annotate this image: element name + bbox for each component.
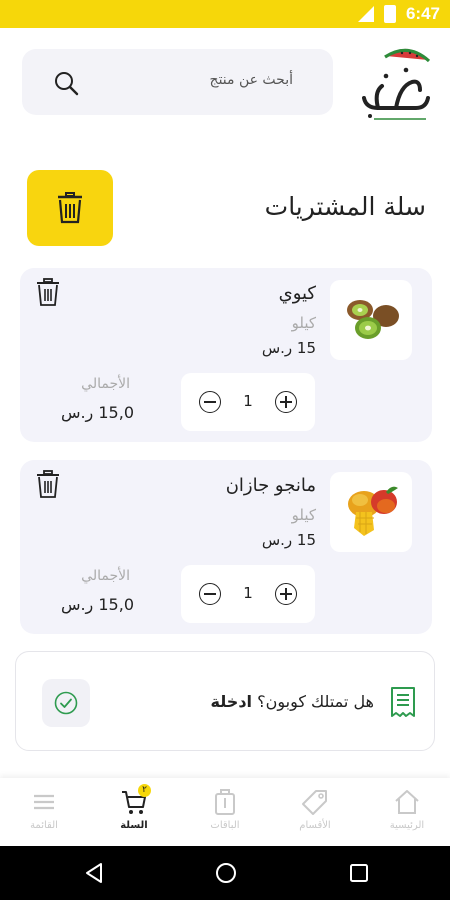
home-icon (395, 790, 419, 814)
status-bar: 6:47 (0, 0, 450, 28)
recents-icon[interactable] (347, 861, 371, 885)
system-nav-bar (0, 846, 450, 900)
nav-label: القائمة (30, 820, 58, 831)
trash-icon (58, 192, 82, 224)
nav-label: الأقسام (299, 820, 331, 831)
coupon-question: هل تمتلك كوبون؟ (257, 692, 374, 711)
check-circle-icon (54, 691, 78, 715)
kiwi-image (330, 280, 412, 360)
nav-item-home[interactable]: الرئيسية (367, 788, 447, 842)
back-icon[interactable] (82, 861, 106, 885)
search-icon[interactable] (52, 69, 80, 97)
total-label: الأجمالي (81, 376, 130, 392)
cart-item: كيوي كيلو 15 ر.س الأجمالي 15,0 ر.س 1 (20, 268, 432, 442)
nav-item-cart[interactable]: ٢ السلة (94, 784, 174, 842)
total-label: الأجمالي (81, 568, 130, 584)
receipt-icon (391, 687, 415, 717)
product-price: 15 ر.س (261, 531, 316, 549)
page-title: سلة المشتريات (264, 192, 426, 221)
product-name: مانجو جازان (225, 475, 316, 496)
tag-icon (302, 790, 327, 815)
nav-item-categories[interactable]: الأقسام (275, 788, 355, 842)
search-input[interactable]: أبحث عن منتج (22, 49, 333, 115)
product-name: كيوي (278, 283, 316, 304)
cart-count-badge: ٢ (138, 784, 151, 797)
coupon-section[interactable]: هل تمتلك كوبون؟ ادخلة (15, 651, 435, 751)
nav-item-menu[interactable]: القائمة (4, 788, 84, 842)
bottom-nav: الرئيسية الأقسام الباقات ٢ السلة القائمة (0, 778, 450, 846)
total-value: 15,0 ر.س (60, 403, 134, 422)
brand-logo (356, 42, 436, 124)
search-placeholder: أبحث عن منتج (209, 72, 293, 88)
product-unit: كيلو (291, 506, 316, 524)
product-price: 15 ر.س (261, 339, 316, 357)
trash-icon[interactable] (36, 470, 60, 498)
battery-icon (383, 5, 396, 23)
nav-label: الباقات (210, 820, 240, 831)
status-time: 6:47 (405, 4, 440, 23)
menu-icon (34, 794, 54, 810)
nav-label: الرئيسية (389, 820, 425, 831)
package-icon (215, 789, 235, 815)
apply-coupon-button[interactable] (42, 679, 90, 727)
product-unit: كيلو (291, 314, 316, 332)
coupon-prompt: هل تمتلك كوبون؟ ادخلة (211, 692, 374, 711)
nav-item-packages[interactable]: الباقات (185, 788, 265, 842)
increase-quantity-button[interactable] (275, 583, 297, 605)
mango-image (330, 472, 412, 552)
home-circle-icon[interactable] (214, 861, 238, 885)
clear-cart-button[interactable] (27, 170, 113, 246)
nav-label: السلة (120, 820, 148, 831)
trash-icon[interactable] (36, 278, 60, 306)
coupon-enter-link[interactable]: ادخلة (211, 692, 252, 711)
signal-icon (357, 6, 374, 22)
cart-item: مانجو جازان كيلو 15 ر.س الأجمالي 15,0 ر.… (20, 460, 432, 634)
quantity-stepper: 1 (181, 565, 315, 623)
increase-quantity-button[interactable] (275, 391, 297, 413)
quantity-stepper: 1 (181, 373, 315, 431)
total-value: 15,0 ر.س (60, 595, 134, 614)
